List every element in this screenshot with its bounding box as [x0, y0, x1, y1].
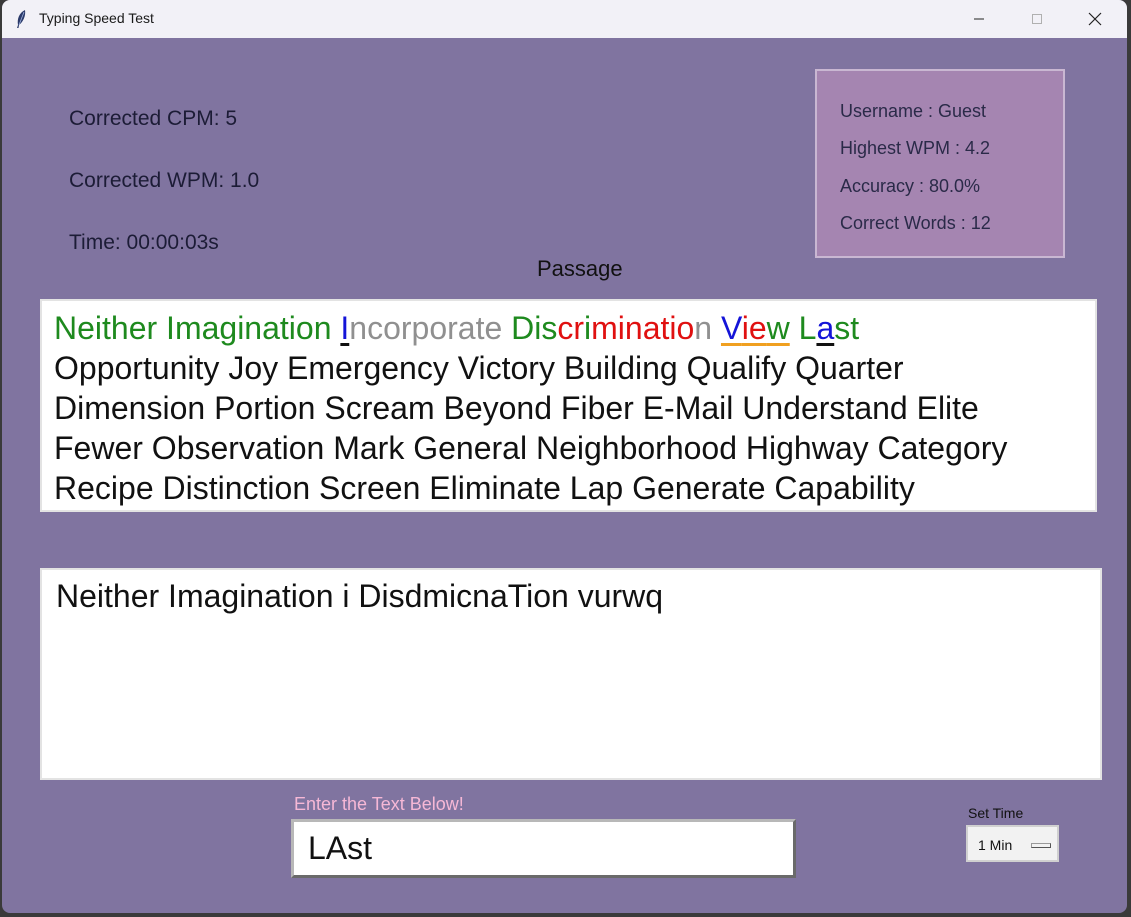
passage-word-correct: Neither: [54, 310, 158, 346]
maximize-icon: [1032, 14, 1042, 24]
passage-word-view: View: [721, 310, 790, 346]
title-bar: Typing Speed Test: [2, 0, 1127, 38]
passage-char-wrong: minatio: [591, 310, 695, 346]
entry-label: Enter the Text Below!: [294, 794, 464, 814]
timer: Time: 00:00:03s: [69, 231, 219, 254]
passage-char-wrong: cr: [557, 310, 585, 346]
user-info-panel: Username : Guest Highest WPM : 4.2 Accur…: [815, 69, 1065, 258]
username: Username : Guest: [840, 101, 987, 121]
window-title: Typing Speed Test: [39, 10, 154, 26]
passage-char-skipped: n: [694, 310, 713, 346]
corrected-cpm: Corrected CPM: 5: [69, 107, 238, 130]
passage-char-correct: Dis: [511, 310, 558, 346]
passage-label: Passage: [537, 256, 623, 281]
passage-word-correct: Imagination: [166, 310, 332, 346]
passage-char-correct: L: [798, 310, 817, 346]
passage-word-skipped: ncorporate: [349, 310, 503, 346]
passage-char-current: I: [340, 310, 350, 346]
corrected-wpm: Corrected WPM: 1.0: [69, 169, 260, 192]
close-icon: [1088, 12, 1102, 26]
passage-line-1: Neither Imagination Incorporate Discrimi…: [54, 308, 1083, 348]
option-menu-indicator-icon: [1031, 843, 1051, 848]
set-time-label: Set Time: [968, 805, 1024, 821]
maximize-button[interactable]: [1008, 0, 1066, 38]
typing-input[interactable]: [291, 819, 796, 878]
close-button[interactable]: [1066, 0, 1124, 38]
accuracy: Accuracy : 80.0%: [840, 176, 981, 196]
passage-char-correct: st: [834, 310, 860, 346]
passage-line-4: Fewer Observation Mark General Neighborh…: [54, 430, 1008, 466]
passage-char-current: V: [720, 310, 742, 346]
correct-words: Correct Words : 12: [840, 213, 991, 233]
passage-char-current: a: [816, 310, 835, 346]
passage-char-correct: w: [766, 310, 790, 346]
passage-char-wrong: ie: [741, 310, 767, 346]
typed-text-area[interactable]: Neither Imagination i DisdmicnaTion vurw…: [40, 568, 1102, 780]
feather-icon: [17, 10, 26, 28]
passage-line-5: Recipe Distinction Screen Eliminate Lap …: [54, 470, 915, 506]
passage-line-3: Dimension Portion Scream Beyond Fiber E-…: [54, 390, 979, 426]
set-time-value: 1 Min: [978, 837, 1013, 853]
passage-text: Neither Imagination Incorporate Discrimi…: [40, 299, 1097, 512]
set-time-dropdown[interactable]: 1 Min: [966, 825, 1059, 862]
minimize-icon: [974, 18, 984, 20]
minimize-button[interactable]: [950, 0, 1008, 38]
highest-wpm: Highest WPM : 4.2: [840, 138, 991, 158]
typed-text: Neither Imagination i DisdmicnaTion vurw…: [56, 578, 664, 614]
passage-line-2: Opportunity Joy Emergency Victory Buildi…: [54, 350, 904, 386]
app-window: Typing Speed Test Corrected CPM: 5 Corre…: [2, 0, 1127, 913]
